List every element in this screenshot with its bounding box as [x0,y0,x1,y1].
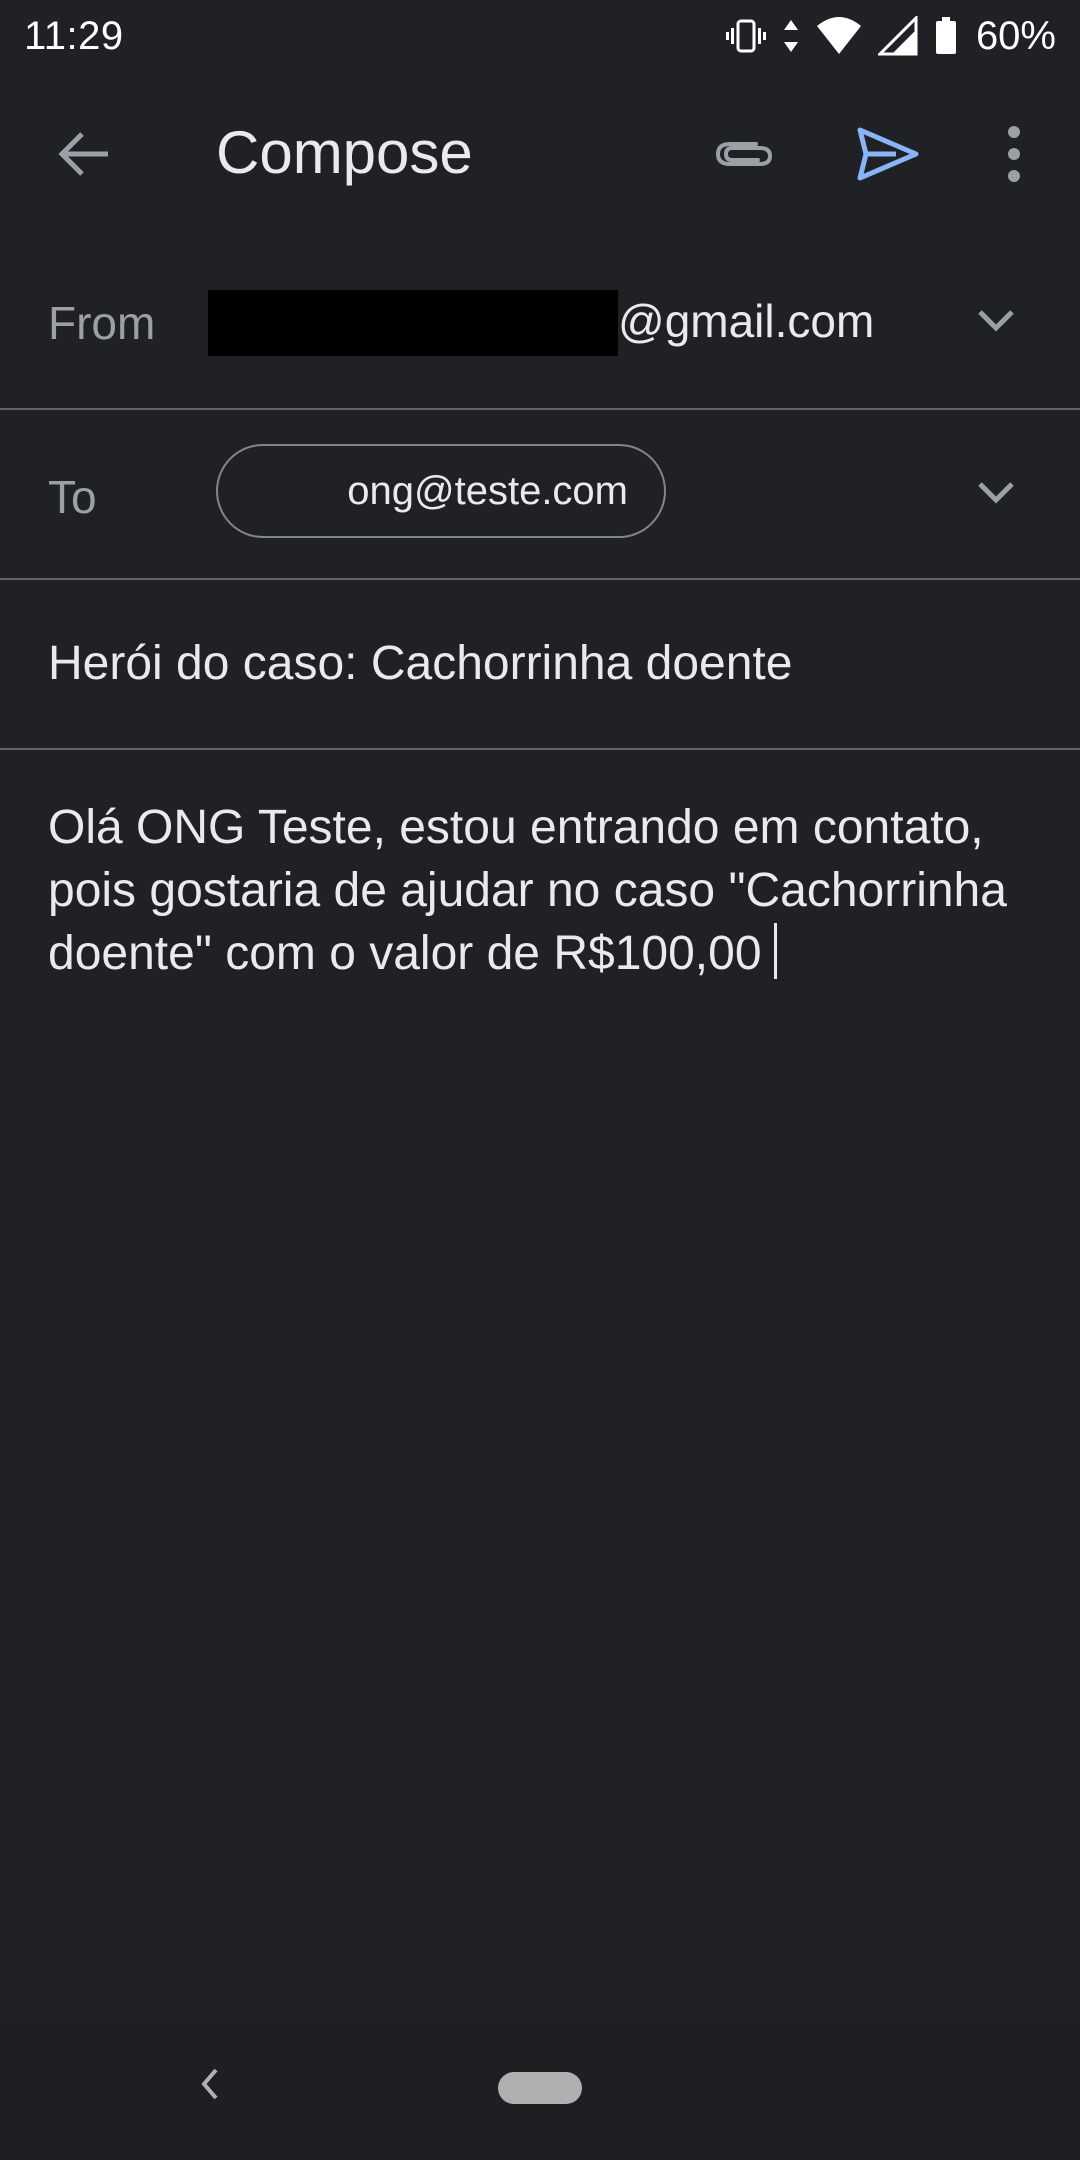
more-vert-icon [1006,125,1022,187]
status-icons: 60% [725,13,1056,59]
nav-back-button[interactable] [180,2056,240,2116]
subject-field[interactable]: Herói do caso: Cachorrinha doente [0,580,1080,750]
send-icon [856,126,920,187]
battery-percentage: 60% [975,13,1056,58]
text-cursor [773,923,777,979]
wifi-icon [816,16,862,56]
back-button[interactable] [36,108,132,204]
from-label: From [48,297,156,349]
from-row: From @gmail.com [0,240,1080,410]
to-row: To ong@teste.com [0,410,1080,580]
home-pill[interactable] [498,2072,582,2104]
to-label: To [48,471,97,523]
status-bar: 11:29 60% [0,0,1080,72]
recipient-chip[interactable]: ong@teste.com [216,444,666,538]
attach-button[interactable] [696,108,792,204]
page-title: Compose [216,119,473,186]
redacted-block [208,290,618,356]
to-expand-button[interactable] [964,462,1028,526]
chevron-down-icon [976,480,1016,509]
navigation-bar [0,2020,1080,2160]
subject-text: Herói do caso: Cachorrinha doente [48,637,793,690]
back-arrow-icon [56,126,112,187]
chevron-down-icon [976,308,1016,337]
more-options-button[interactable] [966,108,1062,204]
paperclip-icon [712,134,776,179]
compose-screen: 11:29 60% Compose From @gmail.com To ong… [0,0,1080,2160]
signal-icon [877,16,918,56]
vibrate-icon [725,16,766,56]
battery-icon [934,16,958,56]
send-button[interactable] [840,108,936,204]
from-address[interactable]: @gmail.com [618,294,874,348]
from-expand-button[interactable] [964,290,1028,354]
recipient-email: ong@teste.com [347,468,628,513]
status-time: 11:29 [24,13,124,58]
data-arrows-icon [782,16,800,56]
body-text: Olá ONG Teste, estou entrando em contato… [48,801,1021,980]
body-field[interactable]: Olá ONG Teste, estou entrando em contato… [48,796,1038,985]
app-bar: Compose [0,100,1080,212]
nav-back-icon [198,2066,222,2107]
